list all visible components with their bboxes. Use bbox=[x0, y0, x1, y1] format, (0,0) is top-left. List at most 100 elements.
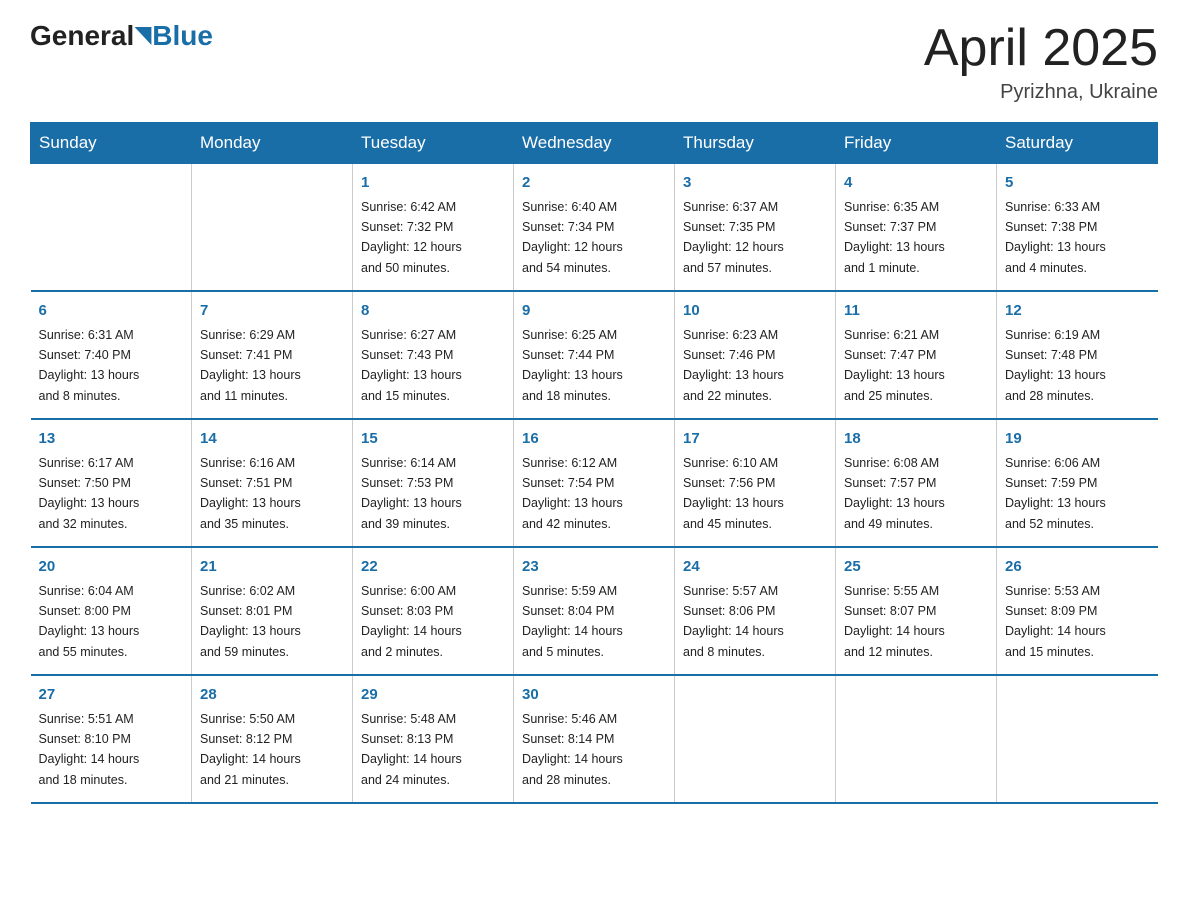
day-number: 26 bbox=[1005, 556, 1150, 579]
logo: General Blue bbox=[30, 20, 213, 52]
calendar-week-row: 6 Sunrise: 6:31 AMSunset: 7:40 PMDaylight… bbox=[31, 291, 1158, 419]
calendar-table: SundayMondayTuesdayWednesdayThursdayFrid… bbox=[30, 122, 1158, 804]
day-of-week-saturday: Saturday bbox=[997, 123, 1158, 164]
calendar-cell: 5 Sunrise: 6:33 AMSunset: 7:38 PMDaylight… bbox=[997, 164, 1158, 292]
calendar-week-row: 20 Sunrise: 6:04 AMSunset: 8:00 PMDayligh… bbox=[31, 547, 1158, 675]
day-info: Sunrise: 6:17 AMSunset: 7:50 PMDaylight:… bbox=[39, 456, 140, 531]
day-number: 3 bbox=[683, 172, 827, 195]
calendar-cell: 16 Sunrise: 6:12 AMSunset: 7:54 PMDayligh… bbox=[514, 419, 675, 547]
day-info: Sunrise: 6:19 AMSunset: 7:48 PMDaylight:… bbox=[1005, 328, 1106, 403]
day-number: 19 bbox=[1005, 428, 1150, 451]
calendar-cell bbox=[31, 164, 192, 292]
calendar-cell: 17 Sunrise: 6:10 AMSunset: 7:56 PMDayligh… bbox=[675, 419, 836, 547]
page-header: General Blue April 2025 Pyrizhna, Ukrain… bbox=[30, 20, 1158, 104]
day-info: Sunrise: 6:40 AMSunset: 7:34 PMDaylight:… bbox=[522, 200, 623, 275]
logo-triangle-icon bbox=[135, 27, 152, 45]
day-number: 1 bbox=[361, 172, 505, 195]
calendar-cell: 6 Sunrise: 6:31 AMSunset: 7:40 PMDaylight… bbox=[31, 291, 192, 419]
day-info: Sunrise: 5:53 AMSunset: 8:09 PMDaylight:… bbox=[1005, 584, 1106, 659]
day-number: 2 bbox=[522, 172, 666, 195]
day-number: 28 bbox=[200, 684, 344, 707]
day-info: Sunrise: 6:14 AMSunset: 7:53 PMDaylight:… bbox=[361, 456, 462, 531]
calendar-cell: 12Sunrise: 6:19 AMSunset: 7:48 PMDayligh… bbox=[997, 291, 1158, 419]
calendar-cell bbox=[192, 164, 353, 292]
day-info: Sunrise: 5:48 AMSunset: 8:13 PMDaylight:… bbox=[361, 712, 462, 787]
day-number: 15 bbox=[361, 428, 505, 451]
day-number: 13 bbox=[39, 428, 184, 451]
calendar-cell: 3 Sunrise: 6:37 AMSunset: 7:35 PMDaylight… bbox=[675, 164, 836, 292]
logo-blue-text: Blue bbox=[152, 20, 213, 52]
calendar-cell: 11 Sunrise: 6:21 AMSunset: 7:47 PMDayligh… bbox=[836, 291, 997, 419]
day-of-week-friday: Friday bbox=[836, 123, 997, 164]
day-info: Sunrise: 6:08 AMSunset: 7:57 PMDaylight:… bbox=[844, 456, 945, 531]
calendar-cell: 27 Sunrise: 5:51 AMSunset: 8:10 PMDayligh… bbox=[31, 675, 192, 803]
day-info: Sunrise: 6:35 AMSunset: 7:37 PMDaylight:… bbox=[844, 200, 945, 275]
calendar-cell bbox=[836, 675, 997, 803]
calendar-cell: 14 Sunrise: 6:16 AMSunset: 7:51 PMDayligh… bbox=[192, 419, 353, 547]
calendar-cell: 24 Sunrise: 5:57 AMSunset: 8:06 PMDayligh… bbox=[675, 547, 836, 675]
day-number: 10 bbox=[683, 300, 827, 323]
day-info: Sunrise: 6:27 AMSunset: 7:43 PMDaylight:… bbox=[361, 328, 462, 403]
day-info: Sunrise: 6:16 AMSunset: 7:51 PMDaylight:… bbox=[200, 456, 301, 531]
day-number: 7 bbox=[200, 300, 344, 323]
calendar-cell: 1 Sunrise: 6:42 AMSunset: 7:32 PMDaylight… bbox=[353, 164, 514, 292]
day-info: Sunrise: 6:23 AMSunset: 7:46 PMDaylight:… bbox=[683, 328, 784, 403]
calendar-cell: 10 Sunrise: 6:23 AMSunset: 7:46 PMDayligh… bbox=[675, 291, 836, 419]
day-number: 24 bbox=[683, 556, 827, 579]
day-info: Sunrise: 6:42 AMSunset: 7:32 PMDaylight:… bbox=[361, 200, 462, 275]
day-number: 17 bbox=[683, 428, 827, 451]
day-info: Sunrise: 6:04 AMSunset: 8:00 PMDaylight:… bbox=[39, 584, 140, 659]
day-number: 30 bbox=[522, 684, 666, 707]
day-number: 23 bbox=[522, 556, 666, 579]
day-info: Sunrise: 6:37 AMSunset: 7:35 PMDaylight:… bbox=[683, 200, 784, 275]
day-number: 6 bbox=[39, 300, 184, 323]
day-number: 11 bbox=[844, 300, 988, 323]
calendar-week-row: 1 Sunrise: 6:42 AMSunset: 7:32 PMDaylight… bbox=[31, 164, 1158, 292]
calendar-cell: 13 Sunrise: 6:17 AMSunset: 7:50 PMDayligh… bbox=[31, 419, 192, 547]
day-number: 27 bbox=[39, 684, 184, 707]
day-info: Sunrise: 5:46 AMSunset: 8:14 PMDaylight:… bbox=[522, 712, 623, 787]
day-number: 8 bbox=[361, 300, 505, 323]
calendar-cell: 21Sunrise: 6:02 AMSunset: 8:01 PMDayligh… bbox=[192, 547, 353, 675]
day-number: 25 bbox=[844, 556, 988, 579]
day-number: 29 bbox=[361, 684, 505, 707]
day-info: Sunrise: 6:00 AMSunset: 8:03 PMDaylight:… bbox=[361, 584, 462, 659]
day-info: Sunrise: 5:57 AMSunset: 8:06 PMDaylight:… bbox=[683, 584, 784, 659]
calendar-cell: 18Sunrise: 6:08 AMSunset: 7:57 PMDayligh… bbox=[836, 419, 997, 547]
calendar-cell: 20 Sunrise: 6:04 AMSunset: 8:00 PMDayligh… bbox=[31, 547, 192, 675]
calendar-cell: 26 Sunrise: 5:53 AMSunset: 8:09 PMDayligh… bbox=[997, 547, 1158, 675]
day-info: Sunrise: 6:21 AMSunset: 7:47 PMDaylight:… bbox=[844, 328, 945, 403]
calendar-cell: 22 Sunrise: 6:00 AMSunset: 8:03 PMDayligh… bbox=[353, 547, 514, 675]
day-info: Sunrise: 5:59 AMSunset: 8:04 PMDaylight:… bbox=[522, 584, 623, 659]
day-info: Sunrise: 6:12 AMSunset: 7:54 PMDaylight:… bbox=[522, 456, 623, 531]
calendar-cell: 29 Sunrise: 5:48 AMSunset: 8:13 PMDayligh… bbox=[353, 675, 514, 803]
day-number: 22 bbox=[361, 556, 505, 579]
calendar-cell: 4 Sunrise: 6:35 AMSunset: 7:37 PMDaylight… bbox=[836, 164, 997, 292]
calendar-cell: 7Sunrise: 6:29 AMSunset: 7:41 PMDaylight… bbox=[192, 291, 353, 419]
calendar-cell: 15 Sunrise: 6:14 AMSunset: 7:53 PMDayligh… bbox=[353, 419, 514, 547]
day-info: Sunrise: 6:10 AMSunset: 7:56 PMDaylight:… bbox=[683, 456, 784, 531]
day-info: Sunrise: 6:02 AMSunset: 8:01 PMDaylight:… bbox=[200, 584, 301, 659]
calendar-cell: 23 Sunrise: 5:59 AMSunset: 8:04 PMDayligh… bbox=[514, 547, 675, 675]
calendar-cell: 9Sunrise: 6:25 AMSunset: 7:44 PMDaylight… bbox=[514, 291, 675, 419]
day-info: Sunrise: 6:33 AMSunset: 7:38 PMDaylight:… bbox=[1005, 200, 1106, 275]
title-section: April 2025 Pyrizhna, Ukraine bbox=[924, 20, 1158, 104]
day-number: 20 bbox=[39, 556, 184, 579]
day-info: Sunrise: 5:51 AMSunset: 8:10 PMDaylight:… bbox=[39, 712, 140, 787]
day-info: Sunrise: 6:31 AMSunset: 7:40 PMDaylight:… bbox=[39, 328, 140, 403]
day-of-week-thursday: Thursday bbox=[675, 123, 836, 164]
day-number: 16 bbox=[522, 428, 666, 451]
calendar-header-row: SundayMondayTuesdayWednesdayThursdayFrid… bbox=[31, 123, 1158, 164]
calendar-cell: 30 Sunrise: 5:46 AMSunset: 8:14 PMDayligh… bbox=[514, 675, 675, 803]
calendar-cell: 28 Sunrise: 5:50 AMSunset: 8:12 PMDayligh… bbox=[192, 675, 353, 803]
calendar-cell: 8 Sunrise: 6:27 AMSunset: 7:43 PMDaylight… bbox=[353, 291, 514, 419]
day-number: 14 bbox=[200, 428, 344, 451]
day-number: 4 bbox=[844, 172, 988, 195]
day-number: 5 bbox=[1005, 172, 1150, 195]
day-info: Sunrise: 5:50 AMSunset: 8:12 PMDaylight:… bbox=[200, 712, 301, 787]
day-info: Sunrise: 6:25 AMSunset: 7:44 PMDaylight:… bbox=[522, 328, 623, 403]
day-of-week-monday: Monday bbox=[192, 123, 353, 164]
day-info: Sunrise: 6:06 AMSunset: 7:59 PMDaylight:… bbox=[1005, 456, 1106, 531]
calendar-cell: 2 Sunrise: 6:40 AMSunset: 7:34 PMDaylight… bbox=[514, 164, 675, 292]
month-title: April 2025 bbox=[924, 20, 1158, 77]
